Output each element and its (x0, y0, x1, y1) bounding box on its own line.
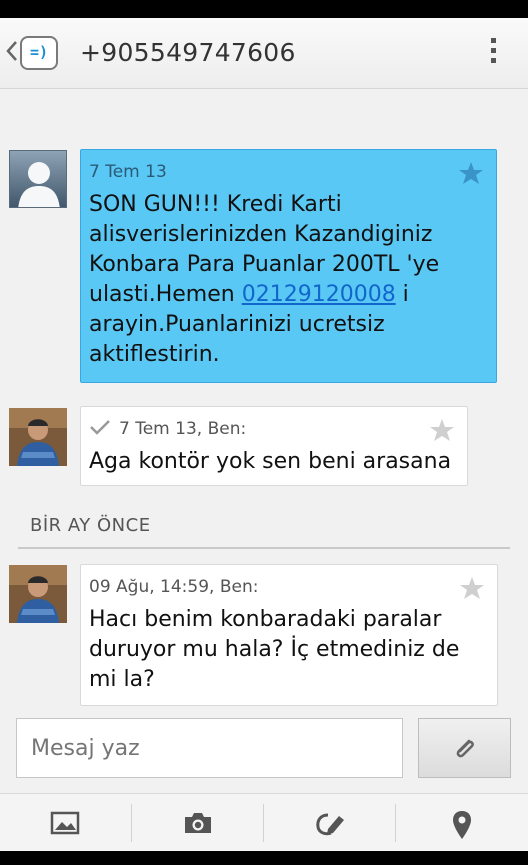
gallery-button[interactable] (0, 794, 132, 852)
sketch-icon (316, 813, 344, 836)
phone-number-link[interactable]: 02129120008 (242, 282, 396, 307)
my-avatar (9, 565, 67, 623)
camera-icon (185, 813, 211, 833)
bottom-action-bar (0, 793, 528, 852)
status-bar (0, 0, 528, 18)
sent-check-icon (90, 420, 110, 435)
camera-button[interactable] (132, 794, 264, 852)
message-text: SON GUN!!! Kredi Karti alisverislerinizd… (89, 192, 440, 367)
section-header: BİR AY ÖNCE (30, 515, 151, 536)
message-input[interactable] (16, 718, 403, 778)
messaging-app-icon[interactable]: =) (20, 36, 58, 70)
message-timestamp: 7 Tem 13 (89, 162, 167, 182)
system-nav-bar (0, 851, 528, 865)
contact-title: +905549747606 (80, 38, 296, 67)
profile-photo (9, 565, 67, 623)
overflow-menu-icon[interactable] (488, 38, 498, 68)
location-pin-icon (453, 811, 471, 839)
default-contact-icon (18, 162, 60, 207)
paperclip-icon (456, 739, 474, 758)
gallery-icon (50, 811, 80, 835)
message-bubble-outgoing[interactable]: 09 Ağu, 14:59, Ben: Hacı benim konbarada… (80, 564, 498, 706)
contact-avatar (9, 150, 67, 208)
location-button[interactable] (396, 794, 528, 852)
message-timestamp: 7 Tem 13, Ben: (89, 417, 455, 441)
my-avatar (9, 408, 67, 466)
star-icon[interactable] (459, 575, 485, 601)
star-icon[interactable] (429, 417, 455, 443)
message-bubble-incoming[interactable]: 7 Tem 13 SON GUN!!! Kredi Karti alisveri… (80, 149, 497, 383)
message-text: Hacı benim konbaradaki paralar duruyor m… (89, 607, 460, 692)
chevron-left-icon[interactable] (5, 40, 19, 62)
message-timestamp: 09 Ağu, 14:59, Ben: (89, 577, 259, 597)
app-bar: =) +905549747606 (0, 18, 528, 89)
message-bubble-outgoing[interactable]: 7 Tem 13, Ben: Aga kontör yok sen beni a… (80, 406, 468, 486)
star-icon[interactable] (458, 160, 484, 186)
profile-photo (9, 408, 67, 466)
attach-button[interactable] (418, 718, 511, 778)
sketch-button[interactable] (264, 794, 396, 852)
message-text: Aga kontör yok sen beni arasana (89, 449, 452, 474)
divider (18, 547, 510, 549)
